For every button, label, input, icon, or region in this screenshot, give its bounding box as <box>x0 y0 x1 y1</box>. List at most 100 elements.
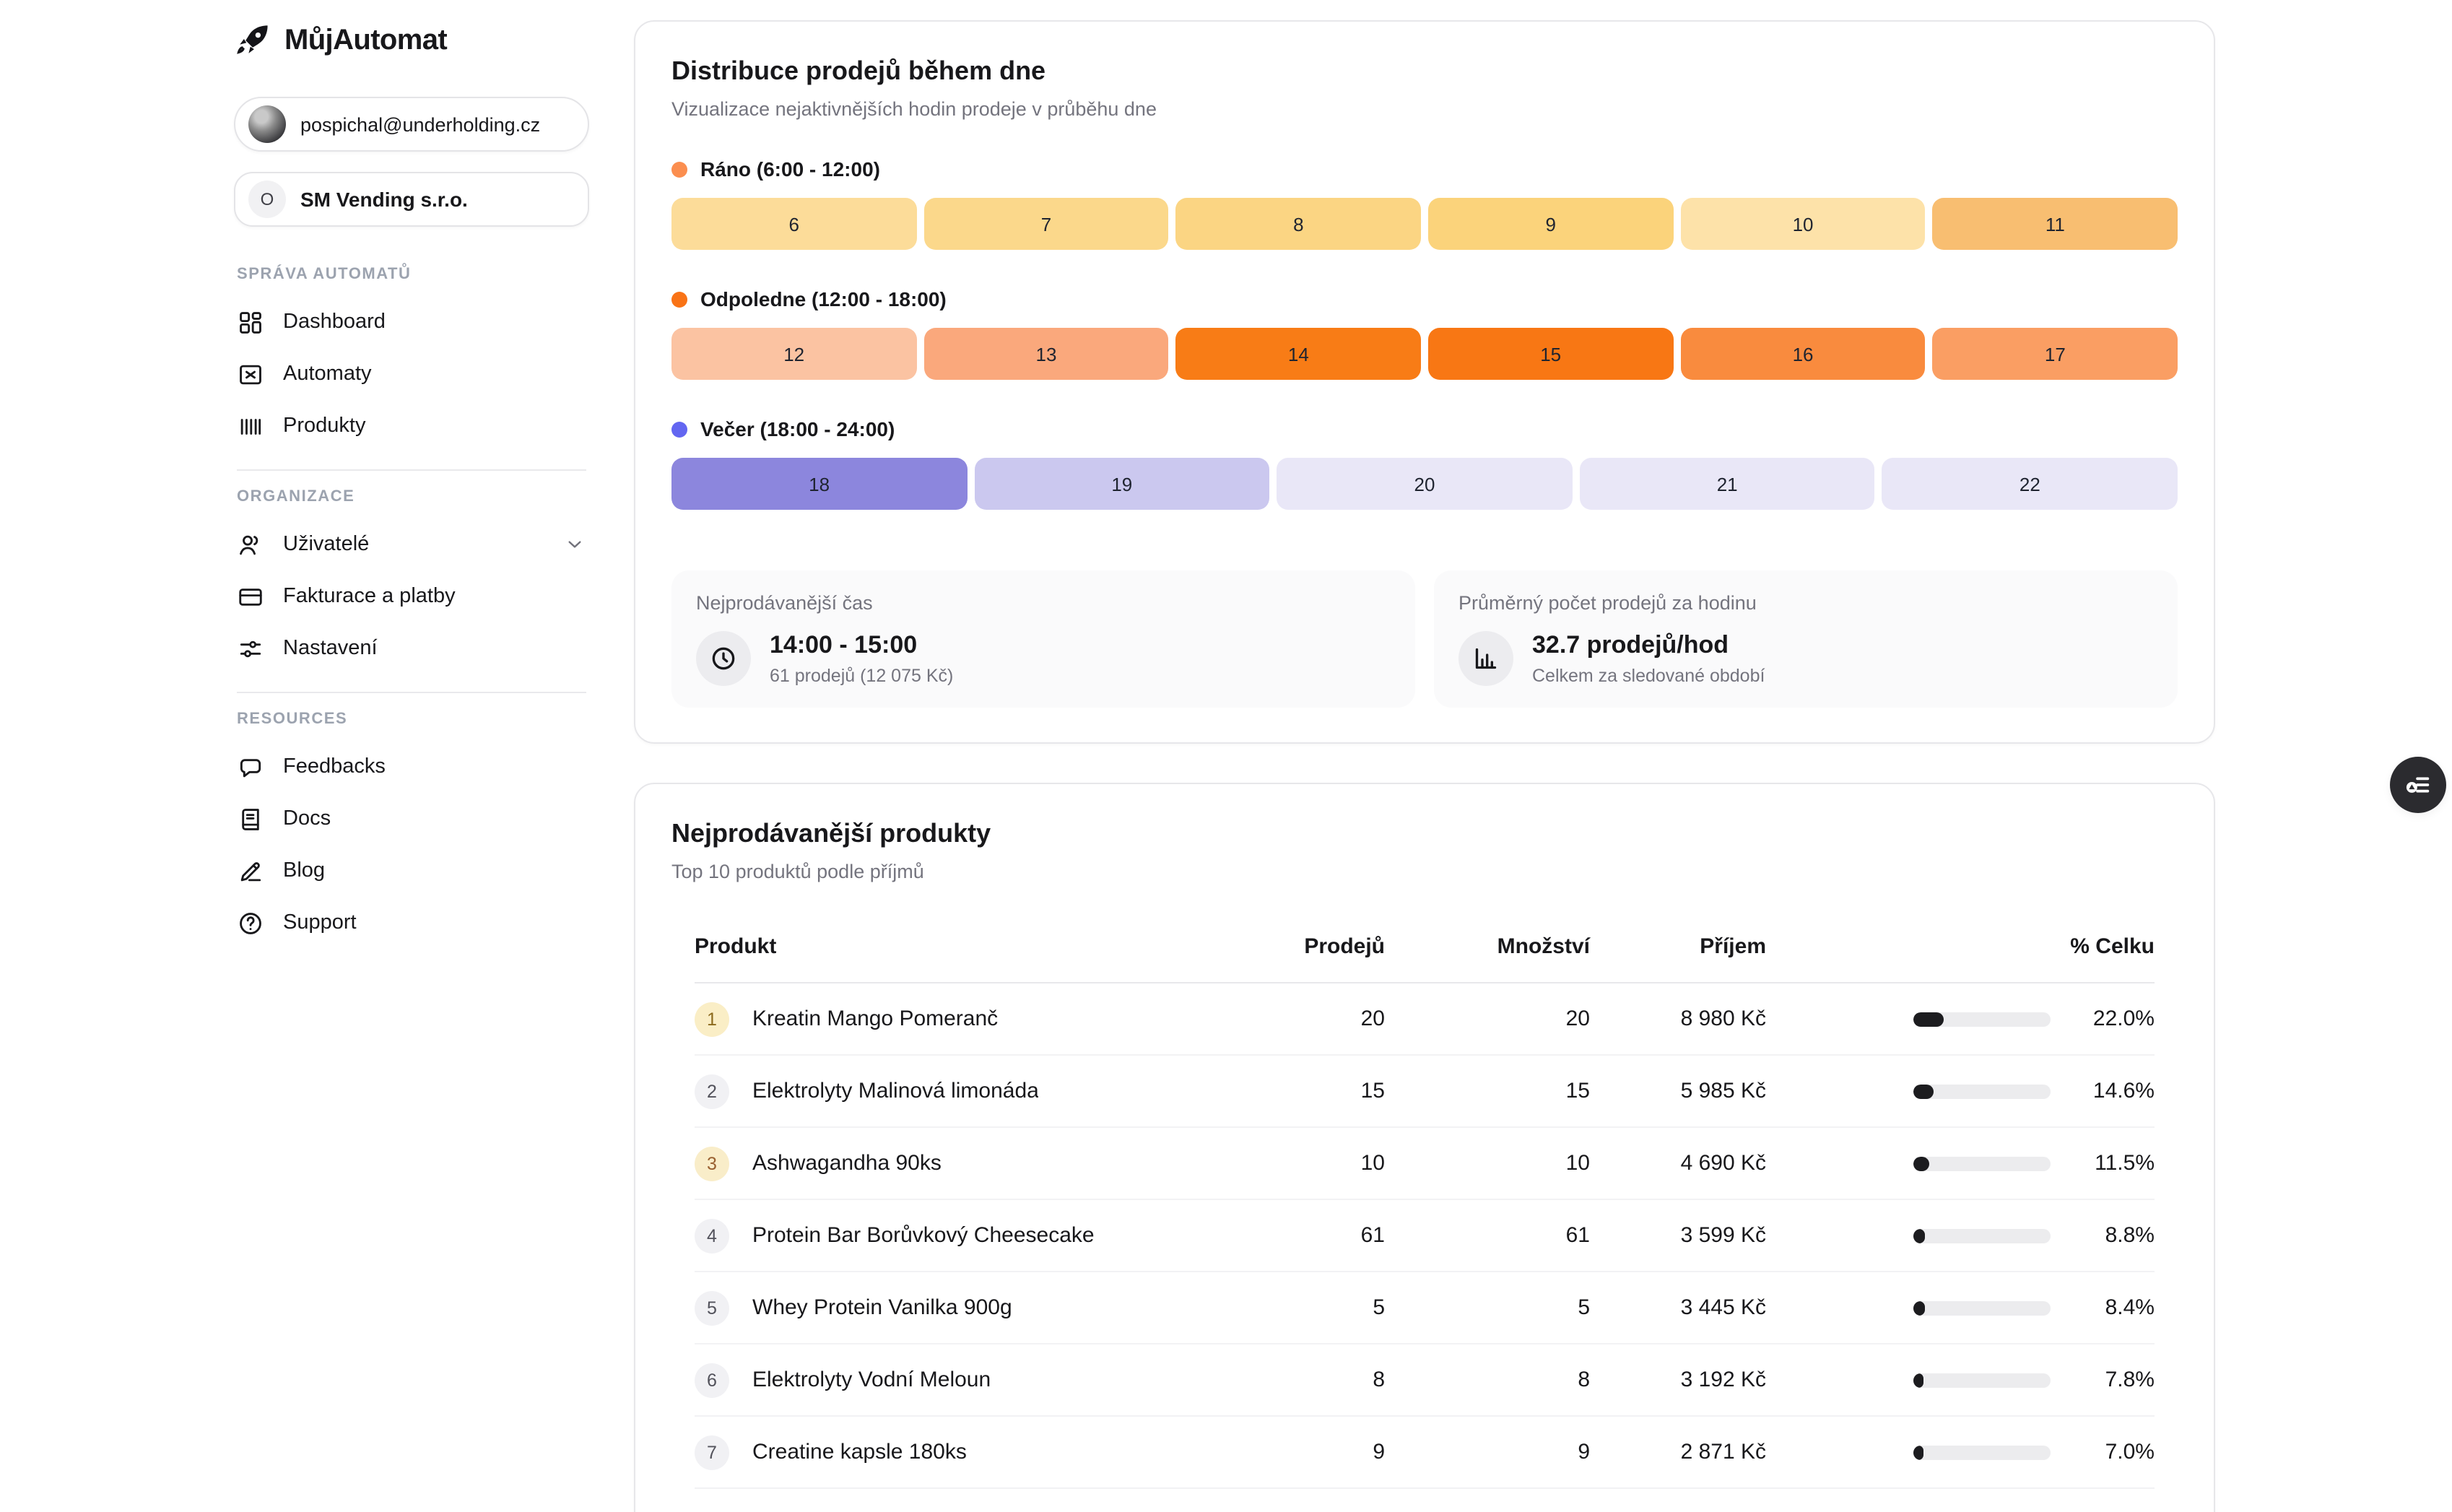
nav-section-label: ORGANIZACE <box>237 488 589 505</box>
quantity: 9 <box>1385 1440 1590 1464</box>
table-row[interactable]: 1 Kreatin Mango Pomeranč 20 20 8 980 Kč … <box>695 983 2155 1056</box>
stat-sub: Celkem za sledované období <box>1532 665 1765 685</box>
sales-count: 10 <box>1248 1151 1385 1176</box>
hour-block-17[interactable]: 17 <box>1933 328 2178 380</box>
sidebar-item-support[interactable]: Support <box>234 897 589 949</box>
product-name: Whey Protein Vanilka 900g <box>752 1295 1012 1320</box>
hour-block-16[interactable]: 16 <box>1680 328 1925 380</box>
product-name: Ashwagandha 90ks <box>752 1151 942 1176</box>
products-card-subtitle: Top 10 produktů podle příjmů <box>671 861 2178 882</box>
share-bar <box>1913 1156 2051 1170</box>
share-bar <box>1913 1228 2051 1243</box>
stat-label: Průměrný počet prodejů za hodinu <box>1458 592 2153 614</box>
hour-block-10[interactable]: 10 <box>1680 198 1925 250</box>
share-percent: 22.0% <box>2074 1007 2155 1031</box>
products-table: ProduktProdejůMnožstvíPříjem% Celku 1 Kr… <box>695 908 2155 1489</box>
table-row[interactable]: 7 Creatine kapsle 180ks 9 9 2 871 Kč 7.0… <box>695 1417 2155 1489</box>
bar-chart-icon <box>1458 631 1513 686</box>
user-account-button[interactable]: pospichal@underholding.cz <box>234 97 589 152</box>
table-row[interactable]: 6 Elektrolyty Vodní Meloun 8 8 3 192 Kč … <box>695 1344 2155 1417</box>
column-header-produkt: Produkt <box>695 908 1248 982</box>
hour-block-14[interactable]: 14 <box>1176 328 1421 380</box>
sidebar-item-label: Produkty <box>283 414 365 438</box>
hour-block-8[interactable]: 8 <box>1176 198 1421 250</box>
hour-block-13[interactable]: 13 <box>923 328 1168 380</box>
sales-count: 61 <box>1248 1223 1385 1248</box>
sidebar-nav: SPRÁVA AUTOMATŮ Dashboard Automaty Produ… <box>234 266 589 949</box>
hour-block-7[interactable]: 7 <box>923 198 1168 250</box>
hour-distribution-chart: Ráno (6:00 - 12:00) 67891011 Odpoledne (… <box>671 157 2178 510</box>
sidebar-item-label: Feedbacks <box>283 755 386 778</box>
share-percent: 7.0% <box>2074 1440 2155 1464</box>
table-row[interactable]: 4 Protein Bar Borůvkový Cheesecake 61 61… <box>695 1200 2155 1272</box>
product-name: Kreatin Mango Pomeranč <box>752 1007 998 1031</box>
hour-block-21[interactable]: 21 <box>1580 458 1875 510</box>
distribution-card: Distribuce prodejů během dne Vizualizace… <box>634 20 2215 744</box>
sales-count: 20 <box>1248 1007 1385 1031</box>
sidebar-item-nastaveni[interactable]: Nastavení <box>234 622 589 674</box>
vending-machine-icon <box>237 360 264 388</box>
quantity: 10 <box>1385 1151 1590 1176</box>
sidebar-item-label: Docs <box>283 807 331 830</box>
chevron-down-icon[interactable] <box>563 533 586 556</box>
sliders-icon <box>237 635 264 662</box>
hour-block-18[interactable]: 18 <box>671 458 967 510</box>
rank-badge: 7 <box>695 1435 729 1469</box>
sidebar-item-docs[interactable]: Docs <box>234 793 589 845</box>
period-dot-icon <box>671 291 687 307</box>
user-email: pospichal@underholding.cz <box>300 113 540 135</box>
sidebar-item-produkty[interactable]: Produkty <box>234 400 589 452</box>
hour-block-12[interactable]: 12 <box>671 328 916 380</box>
sidebar-item-fakturace-a-platby[interactable]: Fakturace a platby <box>234 570 589 622</box>
products-table-header: ProduktProdejůMnožstvíPříjem% Celku <box>695 908 2155 983</box>
sidebar-item-blog[interactable]: Blog <box>234 845 589 897</box>
table-row[interactable]: 5 Whey Protein Vanilka 900g 5 5 3 445 Kč… <box>695 1272 2155 1344</box>
share-percent: 8.4% <box>2074 1295 2155 1320</box>
distribution-card-title: Distribuce prodejů během dne <box>671 56 2178 87</box>
organization-switcher[interactable]: O SM Vending s.r.o. <box>234 172 589 227</box>
revenue: 8 980 Kč <box>1590 1007 1766 1031</box>
sidebar-divider <box>237 469 586 471</box>
revenue: 5 985 Kč <box>1590 1079 1766 1103</box>
hour-block-22[interactable]: 22 <box>1882 458 2178 510</box>
product-name: Elektrolyty Malinová limonáda <box>752 1079 1039 1103</box>
column-header-celku: % Celku <box>1766 908 2155 982</box>
share-bar <box>1913 1445 2051 1459</box>
table-row[interactable]: 3 Ashwagandha 90ks 10 10 4 690 Kč 11.5% <box>695 1128 2155 1200</box>
org-badge: O <box>248 181 286 218</box>
stat-sub: 61 prodejů (12 075 Kč) <box>770 665 953 685</box>
hour-row: 1819202122 <box>671 458 2178 510</box>
hour-block-19[interactable]: 19 <box>974 458 1269 510</box>
sales-count: 8 <box>1248 1368 1385 1392</box>
sidebar-item-label: Automaty <box>283 362 372 386</box>
column-header-prijem: Příjem <box>1590 908 1766 982</box>
column-header-prodeju: Prodejů <box>1248 908 1385 982</box>
hour-block-6[interactable]: 6 <box>671 198 916 250</box>
hour-block-20[interactable]: 20 <box>1277 458 1572 510</box>
table-row[interactable]: 2 Elektrolyty Malinová limonáda 15 15 5 … <box>695 1056 2155 1128</box>
sidebar-item-feedbacks[interactable]: Feedbacks <box>234 741 589 793</box>
sidebar-item-label: Uživatelé <box>283 533 369 556</box>
floating-panel-button[interactable] <box>2390 757 2446 813</box>
chat-icon <box>237 753 264 781</box>
period-dot-icon <box>671 161 687 177</box>
sidebar-item-uzivatele[interactable]: Uživatelé <box>234 518 589 570</box>
quantity: 8 <box>1385 1368 1590 1392</box>
hour-row: 67891011 <box>671 198 2178 250</box>
sidebar-item-dashboard[interactable]: Dashboard <box>234 296 589 348</box>
hour-block-9[interactable]: 9 <box>1428 198 1673 250</box>
sales-count: 15 <box>1248 1079 1385 1103</box>
share-percent: 8.8% <box>2074 1223 2155 1248</box>
share-percent: 11.5% <box>2074 1151 2155 1176</box>
app-root: MůjAutomat pospichal@underholding.cz O S… <box>0 0 2452 1512</box>
revenue: 3 445 Kč <box>1590 1295 1766 1320</box>
quantity: 15 <box>1385 1079 1590 1103</box>
revenue: 2 871 Kč <box>1590 1440 1766 1464</box>
hour-block-11[interactable]: 11 <box>1933 198 2178 250</box>
sidebar-item-automaty[interactable]: Automaty <box>234 348 589 400</box>
stat-average-sales: Průměrný počet prodejů za hodinu 32.7 pr… <box>1434 570 2178 708</box>
period-label: Ráno (6:00 - 12:00) <box>671 157 2178 181</box>
hour-block-15[interactable]: 15 <box>1428 328 1673 380</box>
app-logo[interactable]: MůjAutomat <box>234 22 589 59</box>
rank-badge: 2 <box>695 1074 729 1108</box>
